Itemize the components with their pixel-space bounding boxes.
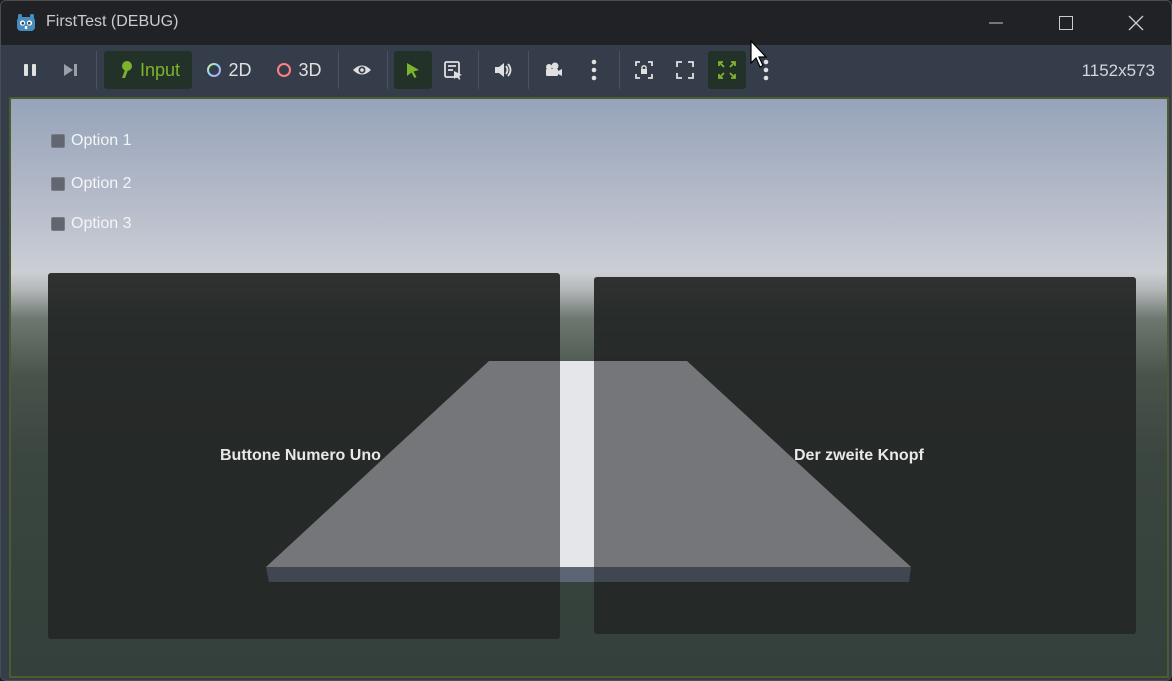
fullscreen-button[interactable] [668,51,702,89]
toolbar-separator [478,51,479,89]
lock-aspect-button[interactable] [627,51,661,89]
close-button[interactable] [1101,1,1171,45]
right-button[interactable]: Der zweite Knopf [594,277,1136,634]
pause-button[interactable] [13,51,47,89]
mouse-cursor-icon [750,39,768,68]
input-label: Input [139,59,181,80]
maximize-button[interactable] [1031,1,1101,45]
next-frame-button[interactable] [53,51,87,89]
ring-3d-icon [277,63,292,77]
mode-3d-label: 3D [298,59,322,80]
godot-icon [17,14,35,31]
mode-2d-button[interactable]: 2D [199,51,259,89]
toolbar-separator [528,51,529,89]
camera-button[interactable] [536,51,570,89]
toolbar-separator [619,51,620,89]
game-window: FirstTest (DEBUG) Input 2D 3D 1152x573 O… [0,0,1172,681]
list-select-button[interactable] [436,51,470,89]
list-select-icon [444,61,462,80]
pause-icon [24,64,36,76]
minimize-button[interactable] [961,1,1031,45]
lock-aspect-icon [635,61,653,79]
close-icon [1128,15,1144,31]
toolbar-separator [338,51,339,89]
eye-icon [353,65,371,75]
window-title: FirstTest (DEBUG) [46,13,179,30]
camera-icon [546,62,562,76]
resolution-readout: 1152x573 [1081,61,1155,80]
title-bar[interactable]: FirstTest (DEBUG) [1,1,1171,45]
left-button[interactable]: Buttone Numero Uno [48,273,560,639]
toolbar-separator [96,51,97,89]
mode-3d-button[interactable]: 3D [269,51,329,89]
expand-icon [718,61,736,79]
speaker-icon [495,63,512,77]
fullscreen-icon [676,61,694,79]
camera-options-button[interactable] [579,51,609,89]
audio-button[interactable] [486,51,520,89]
input-toggle-button[interactable]: Input [104,51,192,89]
mode-2d-label: 2D [228,59,252,80]
minimize-icon [989,22,1003,24]
game-toolbar: Input 2D 3D 1152x573 [1,45,1171,97]
game-viewport[interactable]: Option 1 Option 2 Option 3 Buttone Numer… [9,97,1169,678]
maximize-icon [1059,16,1073,30]
cursor-select-icon [407,63,419,78]
next-frame-icon [64,64,77,76]
kebab-menu-icon [591,59,597,81]
toolbar-separator [387,51,388,89]
joystick-icon [121,61,132,78]
ring-2d-icon [207,63,222,77]
left-button-label: Buttone Numero Uno [220,447,381,464]
right-button-label: Der zweite Knopf [794,447,924,464]
select-mode-button[interactable] [394,51,432,89]
visibility-button[interactable] [345,51,379,89]
embed-toggle-button[interactable] [708,51,746,89]
